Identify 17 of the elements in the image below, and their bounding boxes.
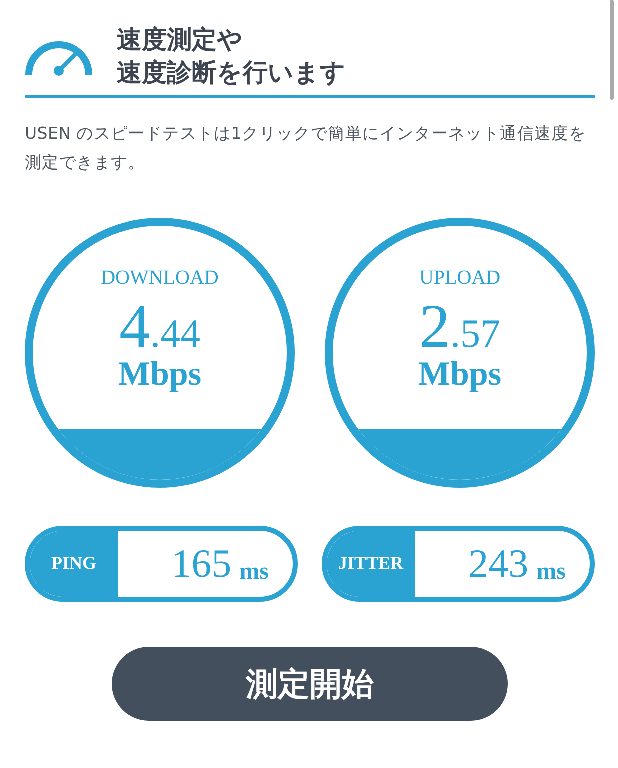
title-text: 速度測定や (117, 24, 244, 56)
unit-text: ms (536, 560, 566, 584)
speed-value: 2.57 (420, 296, 500, 358)
scrollbar[interactable] (610, 0, 614, 100)
title-text: 速度診断を行います (117, 56, 346, 88)
unit-text: ms (240, 560, 269, 584)
latency-label: PING (52, 552, 96, 576)
gauge-label: DOWNLOAD (100, 266, 220, 290)
start-button[interactable]: 測定開始 (112, 646, 508, 721)
unit-text: Mbps (418, 356, 502, 393)
latency-value: 165 (172, 544, 232, 584)
unit-text: Mbps (118, 356, 202, 393)
speed-value: 4.44 (120, 296, 200, 358)
latency-label: JITTER (338, 552, 404, 576)
gauge-label: UPLOAD (418, 266, 502, 290)
latency-value: 243 (468, 544, 529, 584)
intro-text: USEN のスピードテストは1クリックで簡単にインターネット通信速度を測定できます。 (25, 123, 588, 174)
